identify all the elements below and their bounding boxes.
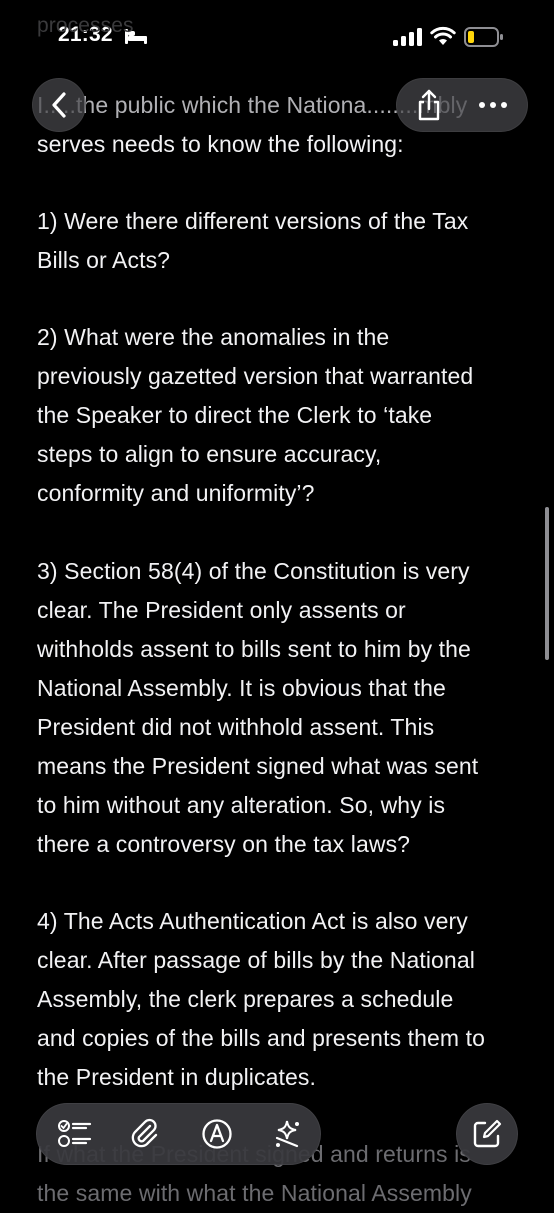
note-line: steps to align to ensure accuracy, — [37, 441, 382, 467]
share-icon — [418, 89, 440, 121]
note-line: 1) Were there different versions of the … — [37, 208, 469, 234]
note-line: National Assembly. It is obvious that th… — [37, 675, 446, 701]
more-button[interactable] — [472, 84, 514, 126]
note-line: conformity and uniformity’? — [37, 480, 315, 506]
pen-circle-icon — [202, 1119, 232, 1149]
attach-button[interactable] — [124, 1113, 166, 1155]
note-line: the President in duplicates. — [37, 1064, 316, 1090]
note-line: serves needs to know the following: — [37, 131, 404, 157]
note-line: 3) Section 58(4) of the Constitution is … — [37, 558, 470, 584]
chevron-left-icon — [52, 92, 66, 118]
note-line: clear. After passage of bills by the Nat… — [37, 947, 475, 973]
compose-button[interactable] — [456, 1103, 518, 1165]
note-line: the Speaker to direct the Clerk to ‘take — [37, 402, 433, 428]
sparkle-icon — [275, 1120, 299, 1148]
bottom-toolbar — [36, 1103, 321, 1165]
note-line: the same with what the National Assembly — [37, 1180, 472, 1206]
signal-icon — [393, 28, 422, 46]
note-line: there a controversy on the tax laws? — [37, 831, 411, 857]
note-line: processes — [37, 14, 134, 37]
note-line: and copies of the bills and presents the… — [37, 1025, 486, 1051]
note-line: withholds assent to bills sent to him by… — [37, 636, 471, 662]
battery-icon — [464, 27, 503, 47]
back-button[interactable] — [32, 78, 86, 132]
markup-button[interactable] — [196, 1113, 238, 1155]
share-button[interactable] — [408, 84, 450, 126]
paperclip-icon — [131, 1118, 158, 1148]
wifi-icon — [430, 26, 456, 45]
note-line: President did not withhold assent. This — [37, 714, 435, 740]
ai-tools-button[interactable] — [266, 1113, 308, 1155]
note-line: to him without any alteration. So, why i… — [37, 792, 446, 818]
note-line: previously gazetted version that warrant… — [37, 363, 474, 389]
note-line: Assembly, the clerk prepares a schedule — [37, 986, 454, 1012]
checklist-icon — [58, 1120, 92, 1147]
note-line: Bills or Acts? — [37, 247, 171, 273]
checklist-button[interactable] — [54, 1113, 96, 1155]
compose-icon — [473, 1119, 502, 1148]
note-line: 2) What were the anomalies in the — [37, 324, 390, 350]
ellipsis-icon — [479, 102, 507, 108]
nav-actions — [396, 78, 528, 132]
note-line: means the President signed what was sent — [37, 753, 479, 779]
note-line: 4) The Acts Authentication Act is also v… — [37, 908, 468, 934]
scroll-indicator[interactable] — [545, 507, 549, 660]
note-line: clear. The President only assents or — [37, 597, 406, 623]
